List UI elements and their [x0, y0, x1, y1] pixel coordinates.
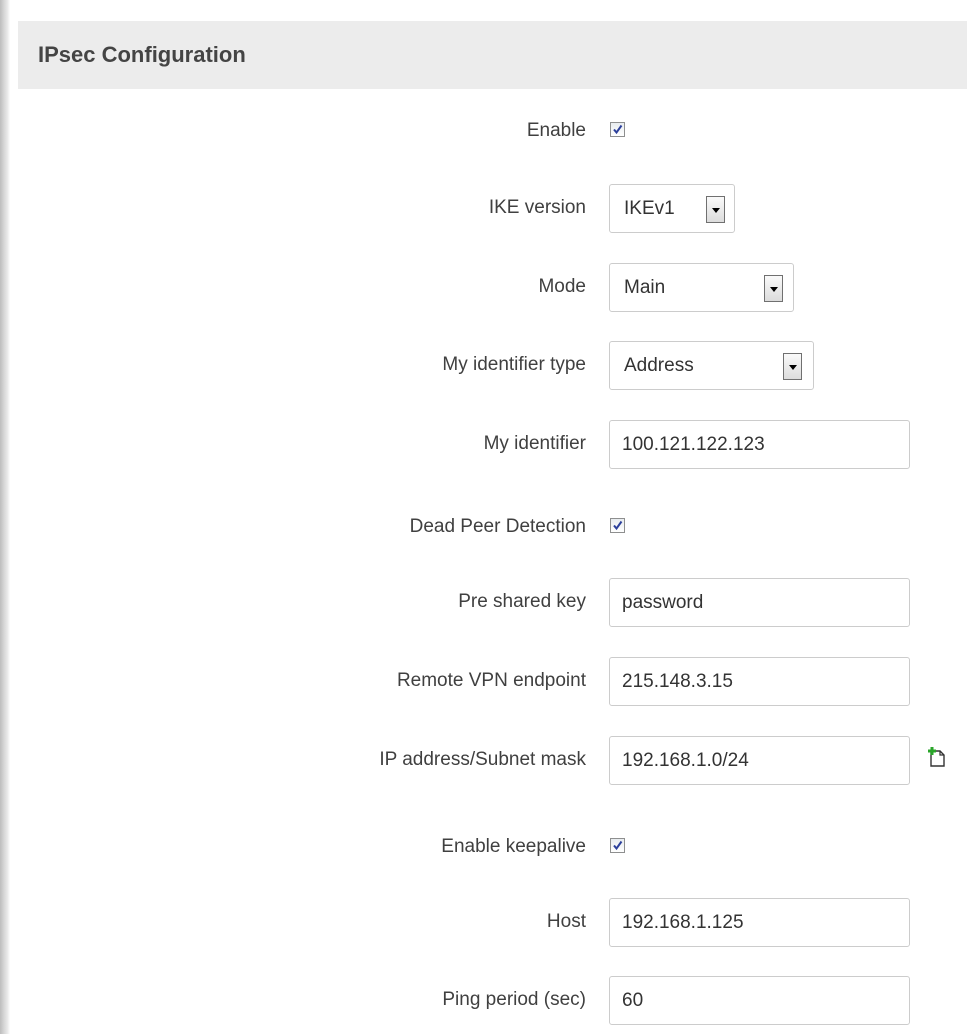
- ike-version-select[interactable]: IKEv1: [609, 184, 735, 233]
- row-host: Host 192.168.1.125: [18, 898, 967, 947]
- enable-checkbox[interactable]: [610, 122, 625, 137]
- row-ping-period: Ping period (sec) 60: [18, 976, 967, 1025]
- mode-value: Main: [624, 277, 666, 298]
- my-identifier-type-label: My identifier type: [442, 354, 586, 375]
- remote-vpn-endpoint-input[interactable]: 215.148.3.15: [609, 657, 910, 706]
- mode-select[interactable]: Main: [609, 263, 794, 312]
- row-ike-version: IKE version IKEv1: [18, 184, 967, 233]
- pre-shared-key-label: Pre shared key: [458, 591, 586, 612]
- ip-subnet-label: IP address/Subnet mask: [379, 749, 586, 770]
- row-my-identifier-type: My identifier type Address: [18, 341, 967, 390]
- ping-period-input[interactable]: 60: [609, 976, 910, 1025]
- dead-peer-detection-label: Dead Peer Detection: [409, 516, 586, 537]
- row-enable: Enable: [18, 111, 967, 151]
- enable-keepalive-label: Enable keepalive: [441, 836, 586, 857]
- host-label: Host: [546, 911, 586, 932]
- ike-version-label: IKE version: [488, 197, 586, 218]
- row-my-identifier: My identifier 100.121.122.123: [18, 420, 967, 469]
- section-header: IPsec Configuration: [18, 21, 967, 89]
- host-input[interactable]: 192.168.1.125: [609, 898, 910, 947]
- checkmark-icon: [613, 520, 623, 531]
- row-ip-subnet: IP address/Subnet mask 192.168.1.0/24: [18, 736, 967, 785]
- ike-version-value: IKEv1: [624, 198, 675, 219]
- section-title: IPsec Configuration: [38, 42, 246, 67]
- chevron-down-icon[interactable]: [783, 353, 802, 380]
- pre-shared-key-input[interactable]: password: [609, 578, 910, 627]
- enable-keepalive-checkbox[interactable]: [610, 838, 625, 853]
- mode-label: Mode: [538, 276, 586, 297]
- my-identifier-type-select[interactable]: Address: [609, 341, 814, 390]
- row-enable-keepalive: Enable keepalive: [18, 827, 967, 867]
- remote-vpn-endpoint-label: Remote VPN endpoint: [396, 670, 586, 691]
- enable-label: Enable: [526, 120, 586, 141]
- chevron-down-icon[interactable]: [706, 196, 725, 223]
- checkmark-icon: [613, 840, 623, 851]
- chevron-down-icon[interactable]: [764, 275, 783, 302]
- checkmark-icon: [613, 124, 623, 135]
- row-remote-vpn-endpoint: Remote VPN endpoint 215.148.3.15: [18, 657, 967, 706]
- row-pre-shared-key: Pre shared key password: [18, 578, 967, 627]
- window-left-edge: [0, 0, 10, 1034]
- dead-peer-detection-checkbox[interactable]: [610, 518, 625, 533]
- my-identifier-type-value: Address: [624, 355, 694, 376]
- ip-subnet-input[interactable]: 192.168.1.0/24: [609, 736, 910, 785]
- my-identifier-input[interactable]: 100.121.122.123: [609, 420, 910, 469]
- ping-period-label: Ping period (sec): [442, 989, 586, 1010]
- row-dead-peer-detection: Dead Peer Detection: [18, 507, 967, 547]
- my-identifier-label: My identifier: [483, 433, 586, 454]
- add-document-icon[interactable]: [926, 746, 948, 768]
- row-mode: Mode Main: [18, 263, 967, 312]
